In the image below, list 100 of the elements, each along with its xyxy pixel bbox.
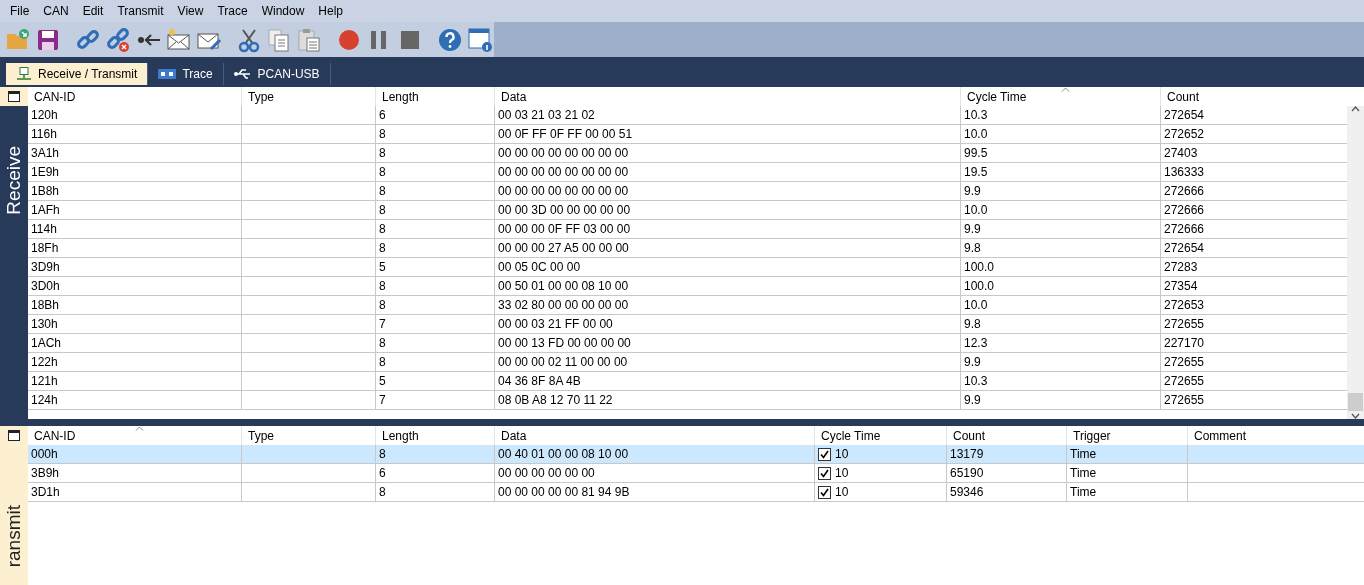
column-header[interactable]: CAN-ID [28, 87, 241, 106]
table-cell: 27283 [1164, 260, 1198, 274]
panel-label: ransmit [3, 505, 25, 568]
table-cell: 00 00 00 00 00 00 00 00 [498, 184, 629, 198]
table-cell: 124h [31, 393, 58, 407]
table-cell: 00 00 00 27 A5 00 00 00 [498, 241, 629, 255]
table-cell: 1AFh [31, 203, 60, 217]
table-cell: 3A1h [31, 146, 60, 160]
menu-item[interactable]: Window [254, 4, 312, 18]
table-cell: 272654 [1164, 241, 1205, 255]
table-cell: 18Fh [31, 241, 59, 255]
clipboard-icon [296, 26, 323, 53]
column-chooser-icon[interactable] [8, 430, 20, 441]
table-cell: 3D9h [31, 260, 60, 274]
table-cell: 8 [379, 447, 386, 461]
menu-item[interactable]: Trace [210, 4, 255, 18]
table-cell: 114h [31, 222, 57, 236]
table-cell: 04 36 8F 8A 4B [498, 374, 581, 388]
tab[interactable]: Trace [148, 63, 224, 85]
table-cell: 9.8 [964, 241, 981, 255]
table-cell: 00 00 00 00 00 00 00 00 [498, 165, 629, 179]
scroll-up-icon[interactable] [1351, 106, 1360, 112]
menu-item[interactable]: Help [311, 4, 350, 18]
usb-icon [233, 68, 252, 80]
table-cell: 99.5 [964, 146, 988, 160]
table-cell: 120h [31, 108, 58, 122]
table-cell: 1B8h [31, 184, 60, 198]
table-cell: 10.0 [964, 298, 988, 312]
table-cell: 33 02 80 00 00 00 00 00 [498, 298, 629, 312]
table-cell: 10 [835, 466, 849, 480]
table-cell: 272666 [1164, 203, 1205, 217]
scroll-down-icon[interactable] [1351, 413, 1360, 419]
network-icon [16, 67, 32, 81]
menu-item[interactable]: Transmit [110, 4, 171, 18]
tab[interactable]: Receive / Transmit [6, 63, 149, 85]
table-cell: 00 00 00 02 11 00 00 00 [498, 355, 628, 369]
table-cell: 10.0 [964, 127, 988, 141]
menu-item[interactable]: Edit [75, 4, 111, 18]
table-cell: Time [1070, 485, 1097, 499]
table-cell: 8 [379, 336, 386, 350]
table-cell: 9.8 [964, 317, 981, 331]
table-cell: 272653 [1164, 298, 1205, 312]
checkbox[interactable] [818, 485, 831, 499]
table-cell: 1E9h [31, 165, 60, 179]
table-row[interactable]: 000h 8 00 40 01 00 00 08 10 00 10 13179 Time [28, 445, 1364, 464]
table-cell: 08 0B A8 12 70 11 22 [498, 393, 613, 407]
table-cell: 3B9h [31, 466, 60, 480]
table-cell: 27354 [1164, 279, 1198, 293]
table-cell: 19.5 [964, 165, 988, 179]
table-cell: 10.0 [964, 203, 988, 217]
table-cell: Time [1070, 466, 1097, 480]
table-cell: 272655 [1164, 374, 1205, 388]
menu-item[interactable]: View [170, 4, 211, 18]
trace-icon [158, 69, 177, 79]
window-info-icon [466, 26, 493, 53]
checkbox[interactable] [818, 447, 831, 461]
table-cell: 272652 [1164, 127, 1205, 141]
table-cell: 00 00 00 00 00 00 [498, 466, 595, 480]
table-cell: 59346 [950, 485, 984, 499]
table-cell: 7 [379, 393, 386, 407]
table-cell: 18Bh [31, 298, 60, 312]
menu-item[interactable]: CAN [36, 4, 76, 18]
table-cell: 00 0F FF 0F FF 00 00 51 [498, 127, 633, 141]
scrollbar[interactable] [1347, 106, 1364, 419]
table-cell: 9.9 [964, 184, 981, 198]
table-cell: 227170 [1164, 336, 1205, 350]
table-cell: 116h [31, 127, 57, 141]
table-cell: 00 50 01 00 00 08 10 00 [498, 279, 629, 293]
table-cell: 8 [379, 241, 386, 255]
table-cell: 13179 [950, 447, 984, 461]
table-row[interactable]: 3D1h 8 00 00 00 00 00 81 94 9B 10 59346 Time [28, 483, 1364, 502]
tab[interactable]: PCAN-USB [223, 63, 331, 85]
sort-caret-icon [134, 426, 144, 431]
envelope-icon [165, 26, 192, 53]
column-header[interactable]: CAN-ID [28, 426, 241, 445]
table-cell: 5 [379, 374, 386, 388]
table-cell: 00 00 13 FD 00 00 00 00 [498, 336, 631, 350]
checkbox[interactable] [818, 466, 831, 480]
table-cell: 121h [31, 374, 58, 388]
table-cell: 8 [379, 298, 386, 312]
table-cell: 8 [379, 184, 386, 198]
table-cell: 272655 [1164, 355, 1205, 369]
column-chooser-icon[interactable] [8, 91, 20, 102]
table-cell: 9.9 [964, 355, 981, 369]
menu-item[interactable]: File [3, 4, 37, 18]
table-row[interactable]: 3B9h 6 00 00 00 00 00 00 10 65190 Time [28, 464, 1364, 483]
table-cell: 5 [379, 260, 386, 274]
table-cell: 10 [835, 447, 849, 461]
table-cell: 272654 [1164, 108, 1205, 122]
scroll-thumb[interactable] [1348, 393, 1363, 411]
table-cell: 00 05 0C 00 00 [498, 260, 581, 274]
table-cell: 000h [31, 447, 58, 461]
table-cell: 7 [379, 317, 386, 331]
table-cell: 00 40 01 00 00 08 10 00 [498, 447, 629, 461]
unlink-icon [105, 26, 132, 53]
table-cell: 10.3 [964, 374, 988, 388]
table-cell: 00 00 00 00 00 00 00 00 [498, 146, 629, 160]
table-cell: 8 [379, 127, 386, 141]
table-cell: 272666 [1164, 184, 1205, 198]
table-cell: 272655 [1164, 317, 1205, 331]
